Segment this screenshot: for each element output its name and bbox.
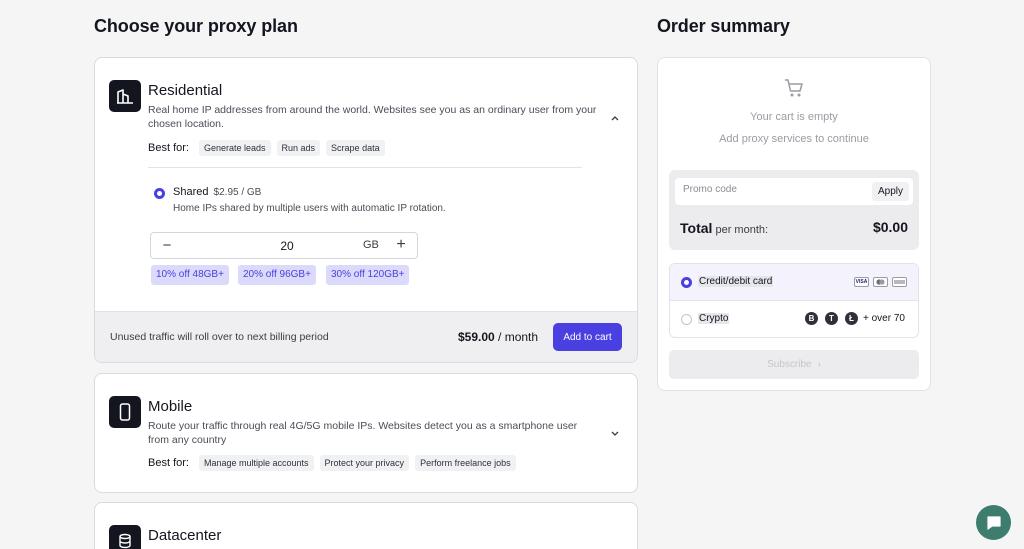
chevron-down-icon[interactable] bbox=[609, 427, 621, 439]
chevron-up-icon[interactable] bbox=[609, 112, 621, 124]
chat-widget-button[interactable] bbox=[976, 505, 1011, 540]
house-icon bbox=[109, 80, 141, 112]
amex-icon bbox=[892, 277, 907, 287]
empty-cart-subtitle: Add proxy services to continue bbox=[719, 133, 869, 145]
rollover-note: Unused traffic will roll over to next bi… bbox=[110, 331, 329, 343]
total-label: Total bbox=[680, 220, 713, 236]
tether-icon: T bbox=[825, 312, 838, 325]
chevron-right-icon: › bbox=[817, 359, 821, 370]
chat-icon bbox=[986, 515, 1001, 530]
crypto-label: Crypto bbox=[698, 313, 730, 324]
tag-chip: Protect your privacy bbox=[319, 455, 410, 471]
discount-badge: 20% off 96GB+ bbox=[238, 265, 316, 285]
tag-chip: Scrape data bbox=[326, 140, 385, 156]
cart-icon bbox=[785, 79, 803, 97]
residential-best-for: Best for: Generate leads Run ads Scrape … bbox=[148, 140, 385, 156]
shared-option-header: Shared $2.95 / GB bbox=[173, 186, 261, 198]
total-row: Total per month: $0.00 bbox=[680, 219, 908, 236]
subscribe-label: Subscribe bbox=[767, 359, 812, 370]
payment-option-crypto[interactable]: Crypto B T Ł + over 70 bbox=[670, 301, 918, 337]
datacenter-title: Datacenter bbox=[148, 527, 222, 544]
page-title: Choose your proxy plan bbox=[94, 16, 298, 36]
datacenter-card[interactable]: Datacenter bbox=[94, 502, 638, 549]
quantity-stepper: − 20 GB + bbox=[150, 232, 418, 259]
shared-option-description: Home IPs shared by multiple users with a… bbox=[173, 203, 446, 214]
mobile-best-for: Best for: Manage multiple accounts Prote… bbox=[148, 455, 516, 471]
visa-icon: VISA bbox=[854, 277, 869, 287]
shared-radio[interactable] bbox=[154, 188, 165, 199]
mobile-card[interactable]: Mobile Route your traffic through real 4… bbox=[94, 373, 638, 493]
quantity-unit: GB bbox=[363, 239, 379, 251]
shared-option-name: Shared bbox=[173, 186, 209, 198]
card-label: Credit/debit card bbox=[698, 276, 774, 287]
apply-button[interactable]: Apply bbox=[871, 182, 909, 201]
add-to-cart-button[interactable]: Add to cart bbox=[553, 323, 622, 351]
subscribe-button[interactable]: Subscribe › bbox=[669, 350, 919, 379]
decrement-button[interactable]: − bbox=[159, 237, 175, 254]
phone-icon bbox=[109, 396, 141, 428]
divider bbox=[148, 167, 582, 168]
increment-button[interactable]: + bbox=[393, 236, 409, 254]
plan-price: $59.00 / month bbox=[458, 330, 538, 344]
residential-footer: Unused traffic will roll over to next bi… bbox=[95, 311, 637, 362]
residential-card: Residential Real home IP addresses from … bbox=[94, 57, 638, 363]
order-summary-title: Order summary bbox=[657, 16, 790, 36]
tag-chip: Perform freelance jobs bbox=[415, 455, 516, 471]
best-for-label: Best for: bbox=[148, 142, 189, 154]
residential-description: Real home IP addresses from around the w… bbox=[148, 104, 597, 130]
price-amount: $59.00 bbox=[458, 330, 495, 344]
promo-field: Apply bbox=[675, 178, 913, 205]
discount-badge: 10% off 48GB+ bbox=[151, 265, 229, 285]
discount-badge: 30% off 120GB+ bbox=[326, 265, 410, 285]
crypto-more: + over 70 bbox=[863, 313, 905, 324]
crypto-radio[interactable] bbox=[681, 314, 692, 325]
price-period: / month bbox=[494, 330, 539, 344]
order-summary-panel: Your cart is empty Add proxy services to… bbox=[657, 57, 931, 391]
mobile-description: Route your traffic through real 4G/5G mo… bbox=[148, 420, 578, 446]
total-amount: $0.00 bbox=[872, 219, 908, 235]
mastercard-icon bbox=[873, 277, 888, 287]
payment-option-card[interactable]: Credit/debit card VISA bbox=[670, 264, 918, 301]
mobile-title: Mobile bbox=[148, 398, 193, 415]
payment-methods: Credit/debit card VISA Crypto B T Ł + ov… bbox=[669, 263, 919, 338]
best-for-label: Best for: bbox=[148, 457, 189, 469]
promo-code-input[interactable] bbox=[683, 184, 853, 195]
tag-chip: Generate leads bbox=[198, 140, 271, 156]
empty-cart-title: Your cart is empty bbox=[750, 111, 838, 123]
tag-chip: Run ads bbox=[276, 140, 321, 156]
card-radio[interactable] bbox=[681, 277, 692, 288]
quantity-input[interactable]: 20 bbox=[267, 239, 307, 253]
residential-title: Residential bbox=[148, 82, 223, 99]
shared-option-price: $2.95 / GB bbox=[213, 187, 262, 198]
tag-chip: Manage multiple accounts bbox=[198, 455, 314, 471]
bitcoin-icon: B bbox=[805, 312, 818, 325]
litecoin-icon: Ł bbox=[845, 312, 858, 325]
total-suffix: per month: bbox=[712, 224, 769, 236]
database-icon bbox=[109, 525, 141, 549]
total-box: Apply Total per month: $0.00 bbox=[669, 170, 919, 250]
